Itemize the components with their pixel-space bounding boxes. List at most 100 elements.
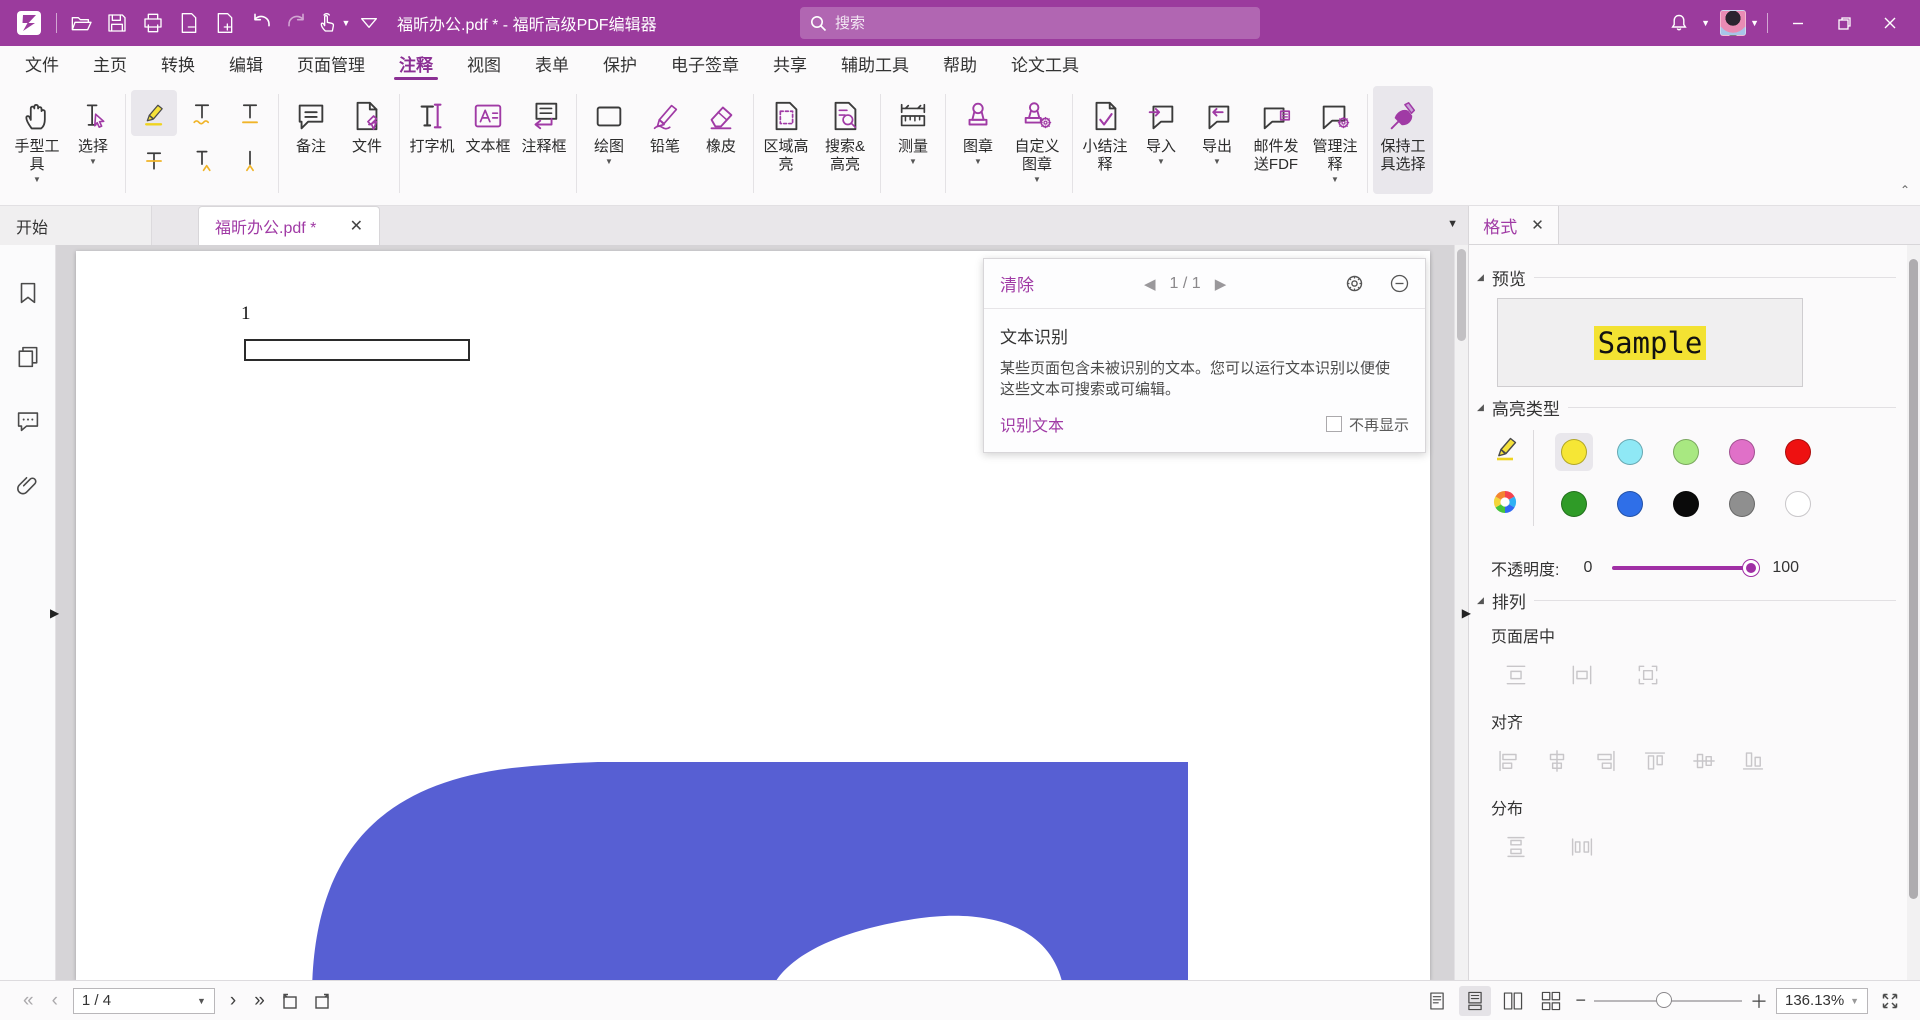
distribute-vertical-button[interactable] (1483, 827, 1549, 867)
rotate-ccw-button[interactable] (274, 986, 306, 1016)
ribbon-tool-summary[interactable]: 小结注释 (1078, 86, 1132, 194)
zoom-out-button[interactable]: − (1575, 990, 1586, 1011)
sidebar-bookmark-button[interactable] (8, 273, 48, 313)
ribbon-tool-custom-stamp[interactable]: 自定义图章▼ (1007, 86, 1067, 194)
dropdown-arrow[interactable]: ▼ (605, 157, 613, 166)
replace-text-button[interactable] (179, 138, 225, 184)
menu-tab-1[interactable]: 主页 (76, 46, 144, 80)
collapse-ribbon-icon[interactable]: ⌃ (1900, 183, 1910, 197)
view-continuous-button[interactable] (1459, 986, 1491, 1016)
highlighter-button[interactable] (131, 90, 177, 136)
dropdown-arrow[interactable]: ▼ (33, 175, 41, 184)
panel-scrollbar-thumb[interactable] (1909, 259, 1918, 899)
menu-tab-0[interactable]: 文件 (8, 46, 76, 80)
ribbon-tool-keep-tool[interactable]: 保持工具选择 (1373, 86, 1433, 194)
menu-tab-3[interactable]: 编辑 (212, 46, 280, 80)
ribbon-tool-manage[interactable]: 管理注释▼ (1308, 86, 1362, 194)
touch-mode-button[interactable]: ▼ (315, 7, 351, 39)
sidebar-comments-button[interactable] (8, 401, 48, 441)
ribbon-tool-file-attach[interactable]: 文件 (340, 86, 394, 194)
center-vertical-button[interactable] (1549, 655, 1615, 695)
ribbon-tool-select[interactable]: 选择▼ (66, 86, 120, 194)
ribbon-tool-export[interactable]: 导出▼ (1190, 86, 1244, 194)
ribbon-tool-measure[interactable]: 测量▼ (886, 86, 940, 194)
zoom-slider-thumb[interactable] (1656, 992, 1672, 1008)
popup-minimize-icon[interactable] (1390, 274, 1409, 293)
collapse-highlight-type-icon[interactable]: ◢ (1477, 402, 1484, 413)
open-button[interactable] (63, 7, 99, 39)
view-facing-button[interactable] (1497, 986, 1529, 1016)
dropdown-arrow[interactable]: ▼ (1033, 175, 1041, 184)
popup-prev-icon[interactable]: ◀ (1144, 275, 1156, 293)
collapse-arrange-icon[interactable]: ◢ (1477, 595, 1484, 606)
popup-next-icon[interactable]: ▶ (1215, 275, 1227, 293)
strikeout-button[interactable] (131, 138, 177, 184)
align-top-button[interactable] (1630, 741, 1679, 781)
sidebar-pages-button[interactable] (8, 337, 48, 377)
menu-tab-6[interactable]: 视图 (450, 46, 518, 80)
ribbon-tool-pencil[interactable]: 铅笔 (638, 86, 692, 194)
color-wheel-icon[interactable] (1491, 488, 1521, 516)
menu-tab-13[interactable]: 论文工具 (994, 46, 1096, 80)
print-button[interactable] (135, 7, 171, 39)
panel-scrollbar[interactable] (1907, 245, 1920, 980)
search-box[interactable] (800, 7, 1260, 39)
redo-button[interactable] (279, 7, 315, 39)
format-panel-tab[interactable]: 格式 ✕ (1469, 206, 1559, 244)
menu-tab-9[interactable]: 电子签章 (654, 46, 756, 80)
search-input[interactable] (835, 15, 1250, 32)
first-page-button[interactable]: « (14, 990, 43, 1012)
dropdown-arrow[interactable]: ▼ (1157, 157, 1165, 166)
view-facing-continuous-button[interactable] (1535, 986, 1567, 1016)
last-page-button[interactable]: » (245, 990, 274, 1012)
align-bottom-button[interactable] (1728, 741, 1777, 781)
page-remove-button[interactable] (171, 7, 207, 39)
align-right-button[interactable] (1581, 741, 1630, 781)
tab-list-dropdown-icon[interactable]: ▼ (1447, 218, 1458, 230)
ribbon-tool-email-fdf[interactable]: 邮件发送FDF (1246, 86, 1306, 194)
avatar-dropdown-arrow[interactable]: ▼ (1750, 18, 1759, 28)
tab-start[interactable]: 开始 (0, 206, 152, 245)
menu-tab-12[interactable]: 帮助 (926, 46, 994, 80)
dropdown-arrow[interactable]: ▼ (974, 157, 982, 166)
restore-button[interactable] (1822, 6, 1866, 40)
rotate-cw-button[interactable] (306, 986, 338, 1016)
tab-document[interactable]: 福昕办公.pdf * ✕ (198, 206, 380, 245)
highlighter-tool-icon[interactable] (1491, 432, 1521, 462)
distribute-horizontal-button[interactable] (1549, 827, 1615, 867)
collapse-right-panel-handle[interactable]: ▶ (1462, 606, 1471, 620)
dropdown-arrow[interactable]: ▼ (1331, 175, 1339, 184)
dropdown-arrow[interactable]: ▼ (1213, 157, 1221, 166)
color-blue[interactable] (1611, 485, 1649, 523)
rectangle-annotation[interactable] (244, 339, 470, 361)
zoom-level-box[interactable]: 136.13% ▼ (1776, 988, 1868, 1014)
menu-tab-7[interactable]: 表单 (518, 46, 586, 80)
menu-tab-10[interactable]: 共享 (756, 46, 824, 80)
collapse-preview-icon[interactable]: ◢ (1477, 272, 1484, 283)
ribbon-tool-draw[interactable]: 绘图▼ (582, 86, 636, 194)
opacity-slider[interactable] (1612, 566, 1752, 570)
opacity-slider-thumb[interactable] (1742, 559, 1760, 577)
color-black[interactable] (1667, 485, 1705, 523)
undo-button[interactable] (243, 7, 279, 39)
expand-left-panel-handle[interactable]: ▶ (50, 606, 59, 620)
color-cyan[interactable] (1611, 433, 1649, 471)
save-button[interactable] (99, 7, 135, 39)
bell-dropdown-arrow[interactable]: ▼ (1701, 18, 1710, 28)
document-area[interactable]: 1 清除 ◀ 1 / 1 ▶ (56, 245, 1454, 980)
menu-tab-2[interactable]: 转换 (144, 46, 212, 80)
ribbon-tool-hand[interactable]: 手型工具▼ (10, 86, 64, 194)
ribbon-tool-textbox[interactable]: 文本框 (461, 86, 515, 194)
ribbon-tool-note[interactable]: 备注 (284, 86, 338, 194)
ribbon-tool-typewriter[interactable]: 打字机 (405, 86, 459, 194)
ribbon-tool-callout[interactable]: 注释框 (517, 86, 571, 194)
close-format-panel-icon[interactable]: ✕ (1531, 216, 1544, 234)
ribbon-tool-search-highlight[interactable]: 搜索&高亮 (815, 86, 875, 194)
menu-tab-5[interactable]: 注释 (382, 46, 450, 80)
dropdown-arrow[interactable]: ▼ (909, 157, 917, 166)
zoom-slider[interactable] (1594, 1000, 1742, 1002)
recognize-text-link[interactable]: 识别文本 (1000, 412, 1064, 436)
ribbon-tool-eraser[interactable]: 橡皮 (694, 86, 748, 194)
popup-settings-gear-icon[interactable] (1345, 274, 1364, 293)
underline-button[interactable] (227, 90, 273, 136)
